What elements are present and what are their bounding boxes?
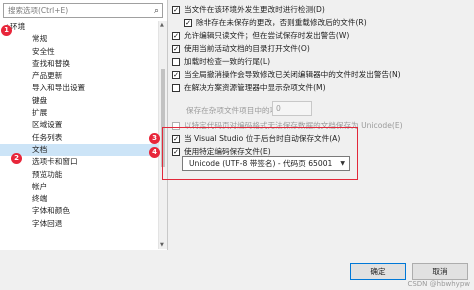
search-icon[interactable]: ⌕ <box>154 5 159 18</box>
options-tree: ◢ 环境 常规 安全性 查找和替换 产品更新 导入和导出设置 键盘 扩展 区域设… <box>0 21 158 230</box>
tree-item-general[interactable]: 常规 <box>0 33 158 45</box>
option-label: 允许编辑只读文件；但在尝试保存时发出警告(W) <box>184 31 350 40</box>
option-label: 加载时检查一致的行尾(L) <box>184 57 271 66</box>
checkbox-unchecked[interactable] <box>172 84 180 92</box>
checkbox-checked[interactable]: ✓ <box>172 32 180 40</box>
tree-item-fonts-colors[interactable]: 字体和颜色 <box>0 205 158 217</box>
tree-item-extensions[interactable]: 扩展 <box>0 107 158 119</box>
misc-items-count-input[interactable]: 0 <box>272 101 312 116</box>
tree-item-label: 产品更新 <box>32 71 63 81</box>
annotation-badge-2: 2 <box>11 153 22 164</box>
tree-item-keyboard[interactable]: 键盘 <box>0 95 158 107</box>
tree-item-label: 字体回退 <box>32 218 63 228</box>
chevron-down-icon[interactable]: ▼ <box>340 157 345 170</box>
search-placeholder: 搜索选项(Ctrl+E) <box>8 6 69 15</box>
options-tree-pane: 搜索选项(Ctrl+E) ⌕ ◢ 环境 常规 安全性 查找和替换 产品更新 导入… <box>0 0 168 250</box>
checkbox-checked[interactable]: ✓ <box>172 148 180 156</box>
option-label: 当文件在该环境外发生更改时进行检测(D) <box>184 5 325 14</box>
tree-item-label: 选项卡和窗口 <box>32 157 78 167</box>
option-label: 当全局撤消操作会导致修改已关闭编辑器中的文件时发出警告(N) <box>184 70 401 79</box>
ok-button[interactable]: 确定 <box>350 263 406 280</box>
tree-item-environment[interactable]: ◢ 环境 <box>0 21 158 33</box>
annotation-badge-4: 4 <box>149 147 160 158</box>
tree-item-locale[interactable]: 区域设置 <box>0 119 158 131</box>
checkbox-checked[interactable]: ✓ <box>172 135 180 143</box>
checkbox-unchecked[interactable] <box>172 58 180 66</box>
tree-item-documents[interactable]: 文档 <box>0 143 158 157</box>
encoding-selected-value: Unicode (UTF-8 带签名) - 代码页 65001 <box>189 159 333 168</box>
cancel-button[interactable]: 取消 <box>412 263 468 280</box>
option-label: 在解决方案资源管理器中显示杂项文件(M) <box>184 83 326 92</box>
annotation-badge-1: 1 <box>1 25 12 36</box>
option-label: 使用当前活动文档的目录打开文件(O) <box>184 44 310 53</box>
checkbox-checked[interactable]: ✓ <box>172 6 180 14</box>
option-label: 当 Visual Studio 位于后台时自动保存文件(A) <box>184 134 341 143</box>
tree-item-label: 常规 <box>32 34 48 44</box>
tree-item-label: 扩展 <box>32 108 48 118</box>
tree-item-accounts[interactable]: 帐户 <box>0 181 158 193</box>
tree-item-label: 安全性 <box>32 46 55 56</box>
tree-item-label: 文档 <box>32 144 48 154</box>
tree-item-label: 帐户 <box>32 181 48 191</box>
tree-item-terminal[interactable]: 终端 <box>0 193 158 205</box>
tree-item-label: 环境 <box>10 22 26 31</box>
tree-item-label: 终端 <box>32 194 48 204</box>
option-label: 除非存在未保存的更改，否则重载修改后的文件(R) <box>196 18 367 27</box>
checkbox-checked[interactable]: ✓ <box>172 45 180 53</box>
tree-item-label: 预览功能 <box>32 169 63 179</box>
search-options-input[interactable]: 搜索选项(Ctrl+E) ⌕ <box>3 3 163 18</box>
tree-item-preview-features[interactable]: 预览功能 <box>0 169 158 181</box>
encoding-select[interactable]: Unicode (UTF-8 带签名) - 代码页 65001 ▼ <box>182 156 350 171</box>
tree-item-product-updates[interactable]: 产品更新 <box>0 70 158 82</box>
tree-item-label: 查找和替换 <box>32 58 70 68</box>
tree-item-label: 区域设置 <box>32 120 63 130</box>
tree-item-security[interactable]: 安全性 <box>0 46 158 58</box>
tree-item-label: 任务列表 <box>32 132 63 142</box>
tree-item-find-replace[interactable]: 查找和替换 <box>0 58 158 70</box>
tree-item-font-fallback[interactable]: 字体回退 <box>0 218 158 230</box>
tree-item-label: 键盘 <box>32 95 48 105</box>
scroll-up-icon[interactable]: ▲ <box>160 22 164 28</box>
tree-item-label: 导入和导出设置 <box>32 83 86 93</box>
annotation-badge-3: 3 <box>149 133 160 144</box>
tree-item-label: 字体和颜色 <box>32 206 70 216</box>
watermark: CSDN @hbwhypw <box>407 280 470 288</box>
tree-item-task-list[interactable]: 任务列表 <box>0 132 158 144</box>
checkbox-checked[interactable]: ✓ <box>184 19 192 27</box>
checkbox-checked[interactable]: ✓ <box>172 71 180 79</box>
tree-item-tabs-windows[interactable]: 选项卡和窗口 <box>0 156 158 168</box>
tree-item-import-export[interactable]: 导入和导出设置 <box>0 82 158 94</box>
scroll-down-icon[interactable]: ▼ <box>160 242 164 248</box>
